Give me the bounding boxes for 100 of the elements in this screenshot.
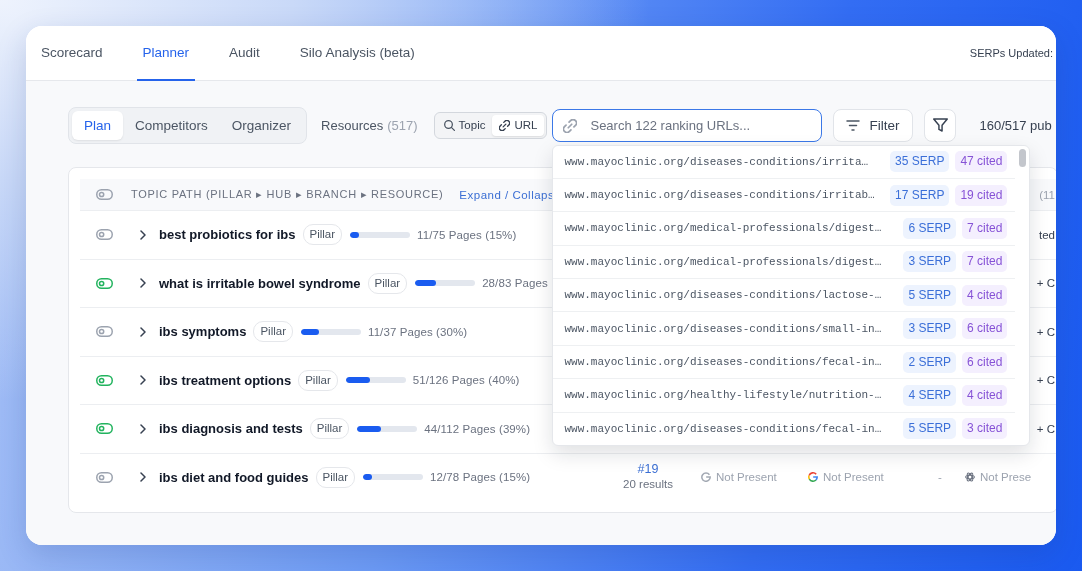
- view-tab[interactable]: Competitors: [123, 110, 220, 140]
- cited-count-badge: 4 cited: [962, 384, 1008, 406]
- expand-collapse-link[interactable]: Expand / Collaps: [459, 188, 555, 201]
- url-text: www.mayoclinic.org/diseases-conditions/lactose-…: [564, 289, 882, 302]
- toggle-switch[interactable]: [96, 277, 113, 289]
- url-text: www.mayoclinic.org/diseases-conditions/fecal-in…: [564, 356, 882, 369]
- results-count: 20 results: [623, 477, 673, 493]
- url-text: www.mayoclinic.org/medical-professionals/digest…: [564, 255, 882, 268]
- view-tab[interactable]: Plan: [72, 110, 124, 140]
- tab[interactable]: Silo Analysis (beta): [293, 26, 421, 81]
- url-option[interactable]: www.mayoclinic.org/diseases-conditions/irritab… 17 SERP 19 cited: [553, 178, 1016, 213]
- toggle-switch[interactable]: [96, 189, 113, 200]
- serp-count-badge: 4 SERP: [903, 384, 957, 406]
- cited-count-badge: 3 cited: [962, 418, 1008, 440]
- url-option[interactable]: www.mayoclinic.org/diseases-conditions/small-in… 3 SERP 6 cited: [553, 312, 1016, 346]
- pages-count: 12/78 Pages (15%): [430, 471, 531, 484]
- chevron-icon[interactable]: [140, 472, 146, 483]
- rank-value: #19: [637, 462, 659, 478]
- topic-title: what is irritable bowel syndrome: [159, 275, 361, 291]
- updated-label: SERPs Updated:: [969, 47, 1054, 59]
- link-icon: [563, 118, 578, 133]
- url-option[interactable]: www.mayoclinic.org/medical-professionals/digest… 6 SERP 7 cited: [553, 212, 1016, 246]
- flower-icon: [965, 472, 975, 483]
- url-option[interactable]: www.mayoclinic.org/diseases-conditions/fecal-in… 2 SERP 6 cited: [553, 345, 1016, 380]
- url-option[interactable]: www.mayoclinic.org/diseases-conditions/fecal-in… 5 SERP 3 cited: [553, 412, 1016, 445]
- toggle-switch[interactable]: [96, 374, 113, 386]
- url-option[interactable]: www.mayoclinic.org/medical-professionals/digest… 3 SERP 7 cited: [553, 245, 1016, 280]
- search-icon: [443, 119, 455, 131]
- chevron-icon[interactable]: [140, 375, 146, 386]
- topic-title: ibs symptoms: [159, 324, 247, 340]
- search-field[interactable]: Search 122 ranking URLs...: [552, 108, 823, 142]
- serp-count-badge: 2 SERP: [903, 351, 957, 373]
- cited-count-badge: 7 cited: [962, 217, 1008, 239]
- search-mode-option[interactable]: URL: [492, 114, 545, 136]
- url-option[interactable]: www.mayoclinic.org/healthy-lifestyle/nutrition-… 4 SERP 4 cited: [553, 379, 1016, 413]
- topic-title: ibs diagnosis and tests: [159, 421, 303, 437]
- scrollbar-thumb[interactable]: [1019, 148, 1027, 167]
- toggle-switch[interactable]: [96, 423, 113, 435]
- cited-count-badge: 19 cited: [955, 184, 1008, 206]
- topic-title: ibs diet and food guides: [159, 469, 309, 485]
- view-tab[interactable]: Organizer: [219, 110, 304, 140]
- url-text: www.mayoclinic.org/medical-professionals/digest…: [564, 222, 882, 235]
- cited-count-badge: 6 cited: [962, 318, 1008, 340]
- toggle-switch[interactable]: [96, 326, 113, 338]
- cell-text: + C: [1036, 422, 1056, 435]
- filter-button[interactable]: Filter: [833, 108, 914, 142]
- serp-count-badge: 17 SERP: [890, 184, 950, 206]
- url-text: www.mayoclinic.org/diseases-conditions/small-in…: [564, 322, 882, 335]
- pages-count: 44/112 Pages (39%): [424, 422, 531, 435]
- cited-count-badge: 7 cited: [962, 251, 1008, 273]
- funnel-button[interactable]: [924, 108, 957, 142]
- resources-count: (517): [387, 117, 418, 133]
- tab[interactable]: Audit: [223, 26, 266, 81]
- tab[interactable]: Scorecard: [35, 26, 109, 81]
- chevron-icon[interactable]: [140, 278, 146, 289]
- serp-count-badge: 3 SERP: [903, 318, 957, 340]
- filter-icon: [846, 119, 861, 131]
- toggle-switch[interactable]: [96, 229, 113, 241]
- chevron-icon[interactable]: [140, 423, 146, 434]
- pages-count: 28/83 Pages: [482, 277, 548, 290]
- pillar-tag: Pillar: [302, 224, 343, 246]
- serp-count-badge: 5 SERP: [903, 284, 957, 306]
- status-text: Not Present: [716, 471, 777, 484]
- url-text: www.mayoclinic.org/diseases-conditions/irritab…: [564, 189, 875, 202]
- serp-count-badge: 35 SERP: [890, 151, 950, 173]
- url-text: www.mayoclinic.org/diseases-conditions/fecal-in…: [564, 422, 882, 435]
- serp-count-badge: 5 SERP: [903, 418, 957, 440]
- cell-text: + C: [1036, 277, 1056, 290]
- url-text: www.mayoclinic.org/diseases-conditions/irrita…: [564, 155, 869, 168]
- link-icon: [499, 119, 511, 131]
- pages-count: 51/126 Pages (40%): [412, 374, 520, 387]
- status-text: Not Prese: [980, 471, 1032, 484]
- chevron-icon[interactable]: [140, 229, 146, 240]
- url-option[interactable]: www.mayoclinic.org/diseases-conditions/irrita… 35 SERP 47 cited: [553, 145, 1016, 179]
- cited-count-badge: 6 cited: [962, 351, 1008, 373]
- search-mode-option[interactable]: Topic: [436, 114, 493, 136]
- pages-count: 11/75 Pages (15%): [417, 228, 517, 241]
- empty-value: -: [938, 471, 942, 484]
- pillar-tag: Pillar: [367, 272, 408, 294]
- topic-title: ibs treatment options: [159, 372, 292, 388]
- published-count: 160/517 pub: [979, 117, 1052, 133]
- pillar-tag: Pillar: [298, 369, 338, 391]
- url-option[interactable]: www.mayoclinic.org/diseases-conditions/lactose-… 5 SERP 4 cited: [553, 279, 1016, 313]
- serp-count-badge: 6 SERP: [903, 217, 957, 239]
- cited-count-badge: 4 cited: [962, 284, 1008, 306]
- toggle-switch[interactable]: [96, 471, 113, 483]
- cell-text: + C: [1036, 374, 1056, 387]
- url-text: www.mayoclinic.org/healthy-lifestyle/nutrition-…: [564, 389, 882, 402]
- resources-label: Resources: [321, 117, 384, 133]
- column-header: TOPIC PATH (PILLAR ▸ HUB ▸ BRANCH ▸ RESOURCE): [131, 188, 444, 201]
- column-header: (11: [1039, 188, 1056, 201]
- pillar-tag: Pillar: [253, 321, 293, 343]
- pillar-tag: Pillar: [309, 418, 350, 440]
- cited-count-badge: 47 cited: [955, 151, 1008, 173]
- g-icon: [701, 472, 711, 483]
- cell-text: + C: [1036, 325, 1056, 338]
- funnel-icon: [932, 118, 948, 132]
- chevron-icon[interactable]: [140, 326, 146, 337]
- status-text: Not Present: [823, 471, 884, 484]
- topic-title: best probiotics for ibs: [159, 227, 296, 243]
